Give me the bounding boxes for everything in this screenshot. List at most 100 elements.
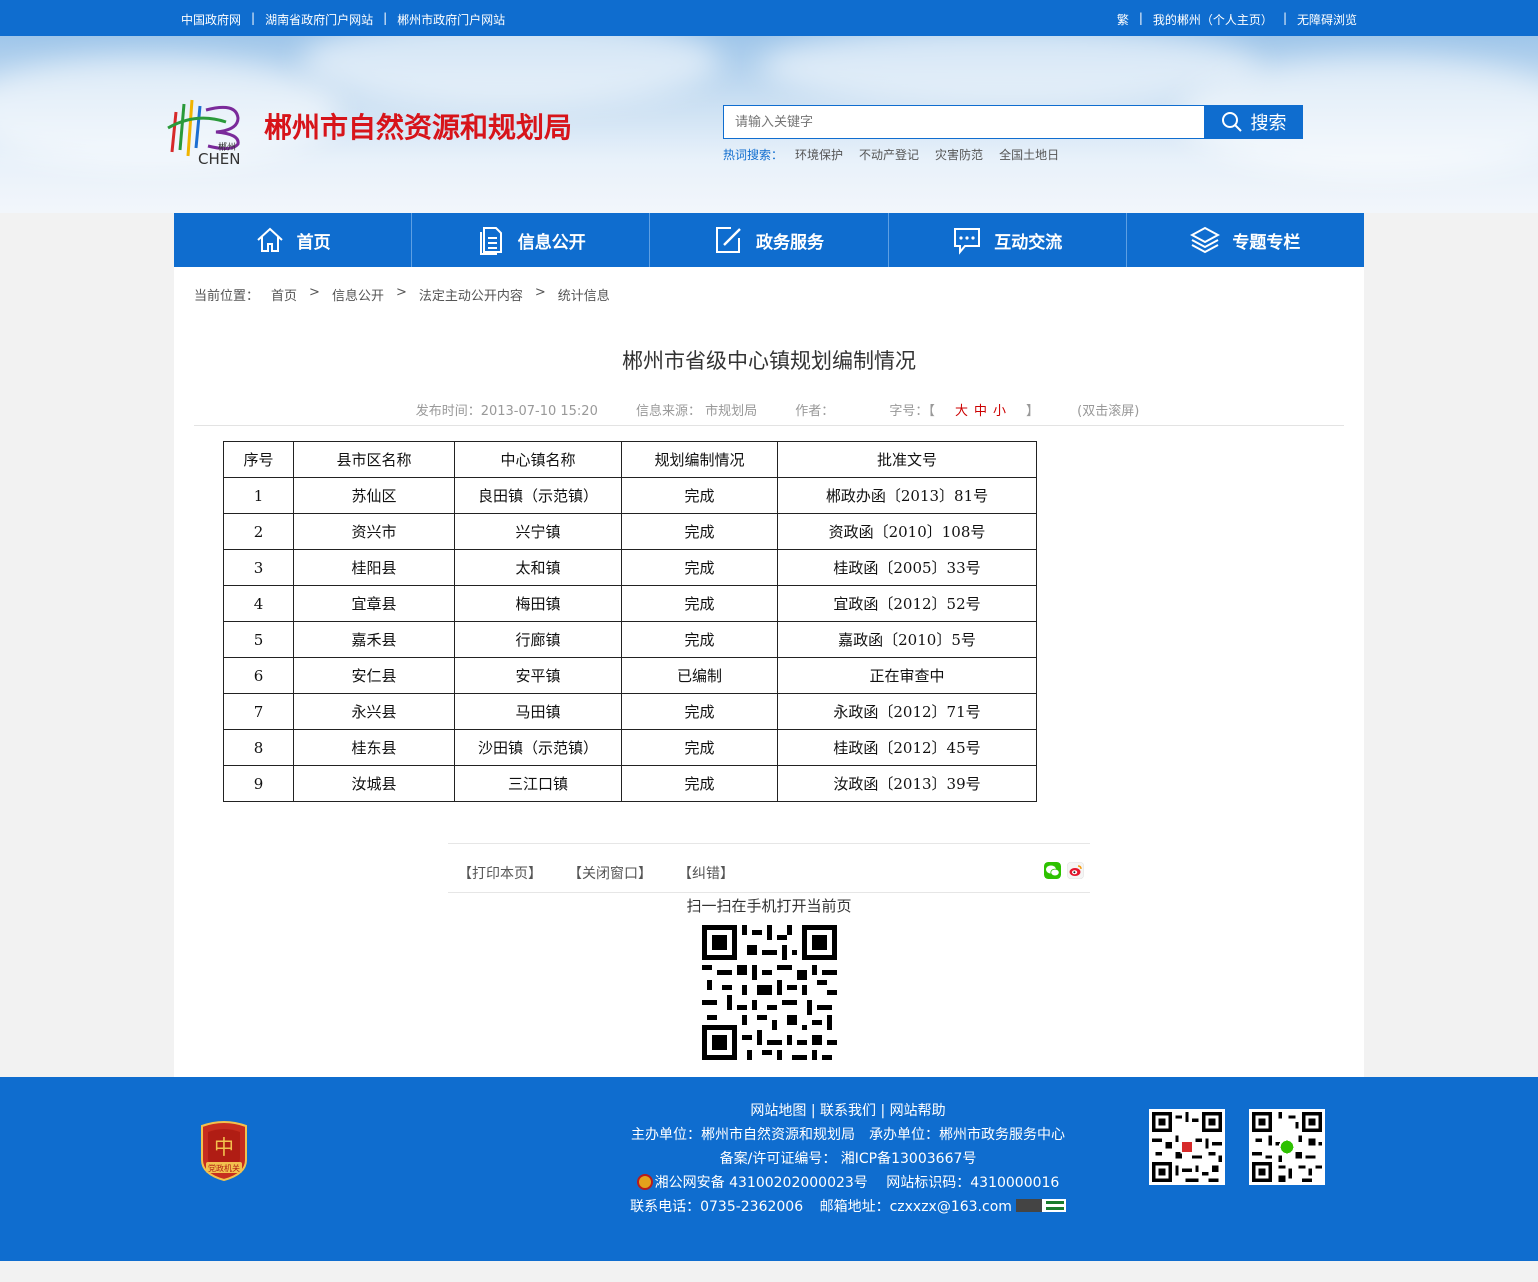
table-header-cell: 序号 bbox=[223, 441, 294, 478]
qr-code-icon bbox=[1252, 1112, 1322, 1182]
font-size-label: 字号：【 bbox=[889, 404, 935, 419]
accessibility-link[interactable]: 无障碍浏览 bbox=[1297, 11, 1357, 28]
layers-icon bbox=[1190, 226, 1221, 254]
table-cell: 汝城县 bbox=[293, 765, 455, 802]
divider bbox=[194, 425, 1344, 426]
main-nav: 首页 信息公开 政务服务 互动交流 专题专栏 bbox=[174, 213, 1364, 267]
footer-info: 网站地图 | 联系我们 | 网站帮助 主办单位：郴州市自然资源和规划局 承办单位… bbox=[630, 1099, 1066, 1219]
separator: | bbox=[1138, 11, 1143, 25]
table-cell: 汝政函〔2013〕39号 bbox=[777, 765, 1037, 802]
table-row: 5 嘉禾县 行廊镇 完成 嘉政函〔2010〕5号 bbox=[223, 621, 1037, 658]
table-cell: 完成 bbox=[621, 621, 778, 658]
breadcrumb: 当前位置： 首页 > 信息公开 > 法定主动公开内容 > 统计信息 bbox=[194, 285, 610, 304]
table-header-cell: 中心镇名称 bbox=[454, 441, 622, 478]
article-toolbar: 【打印本页】 【关闭窗口】 【纠错】 bbox=[448, 843, 1090, 893]
nav-item-topics[interactable]: 专题专栏 bbox=[1127, 213, 1364, 267]
table-cell: 嘉政函〔2010〕5号 bbox=[777, 621, 1037, 658]
link-chenzhou-gov[interactable]: 郴州市政府门户网站 bbox=[397, 11, 505, 28]
table-cell: 1 bbox=[223, 477, 294, 514]
link-china-gov[interactable]: 中国政府网 bbox=[181, 11, 241, 28]
breadcrumb-item[interactable]: 统计信息 bbox=[558, 285, 610, 304]
chat-icon bbox=[954, 228, 981, 255]
share-buttons bbox=[1044, 862, 1084, 879]
nav-item-interaction[interactable]: 互动交流 bbox=[889, 213, 1127, 267]
hot-search-item[interactable]: 灾害防范 bbox=[935, 146, 983, 163]
table-cell: 马田镇 bbox=[454, 693, 622, 730]
hot-search-item[interactable]: 环境保护 bbox=[795, 146, 843, 163]
edit-icon bbox=[716, 227, 741, 253]
table-cell: 已编制 bbox=[621, 657, 778, 694]
table-cell: 桂阳县 bbox=[293, 549, 455, 586]
table-body: 序号 县市区名称 中心镇名称 规划编制情况 批准文号 1 苏仙区 良田镇（示范镇… bbox=[223, 441, 1037, 802]
breadcrumb-item[interactable]: 信息公开 bbox=[332, 285, 384, 304]
table-cell: 5 bbox=[223, 621, 294, 658]
table-cell: 资政函〔2010〕108号 bbox=[777, 513, 1037, 550]
breadcrumb-item[interactable]: 首页 bbox=[271, 285, 297, 304]
table-cell: 2 bbox=[223, 513, 294, 550]
my-chenzhou-link[interactable]: 我的郴州（个人主页） bbox=[1153, 11, 1273, 28]
police-record[interactable]: 湘公网安备 43100202000023号 bbox=[655, 1175, 868, 1191]
table-cell: 完成 bbox=[621, 693, 778, 730]
hot-search-item[interactable]: 不动产登记 bbox=[859, 146, 919, 163]
table-cell: 完成 bbox=[621, 549, 778, 586]
table-row: 6 安仁县 安平镇 已编制 正在审查中 bbox=[223, 657, 1037, 694]
breadcrumb-separator: > bbox=[309, 285, 320, 300]
table-cell: 宜政函〔2012〕52号 bbox=[777, 585, 1037, 622]
correction-button[interactable]: 【纠错】 bbox=[678, 863, 734, 883]
table-row: 2 资兴市 兴宁镇 完成 资政函〔2010〕108号 bbox=[223, 513, 1037, 550]
contact-us-link[interactable]: 联系我们 bbox=[820, 1103, 876, 1119]
font-size-small[interactable]: 小 bbox=[993, 404, 1006, 419]
nav-item-label: 政务服务 bbox=[756, 232, 824, 253]
party-government-emblem[interactable]: 中 党政机关 bbox=[198, 1120, 250, 1182]
close-window-button[interactable]: 【关闭窗口】 bbox=[568, 863, 652, 883]
link-hunan-gov[interactable]: 湖南省政府门户网站 bbox=[265, 11, 373, 28]
font-size-medium[interactable]: 中 bbox=[974, 404, 987, 419]
search-input[interactable] bbox=[723, 105, 1205, 139]
table-cell: 桂政函〔2005〕33号 bbox=[777, 549, 1037, 586]
cloud-decoration bbox=[300, 36, 720, 106]
wechat-icon[interactable] bbox=[1044, 862, 1061, 879]
cnzz-stats-icon[interactable] bbox=[1015, 1199, 1066, 1212]
table-header-cell: 规划编制情况 bbox=[621, 441, 778, 478]
table-row: 3 桂阳县 太和镇 完成 桂政函〔2005〕33号 bbox=[223, 549, 1037, 586]
top-bar-left-links: 中国政府网 | 湖南省政府门户网站 | 郴州市政府门户网站 bbox=[181, 11, 505, 28]
separator: | bbox=[383, 11, 388, 25]
table-cell: 完成 bbox=[621, 585, 778, 622]
nav-item-info-public[interactable]: 信息公开 bbox=[412, 213, 651, 267]
site-title: 郴州市自然资源和规划局 bbox=[264, 111, 573, 144]
police-badge-icon bbox=[636, 1174, 653, 1190]
search-button[interactable]: 搜索 bbox=[1204, 105, 1303, 139]
table-header-cell: 批准文号 bbox=[777, 441, 1037, 478]
breadcrumb-prefix: 当前位置： bbox=[194, 289, 260, 304]
weibo-icon[interactable] bbox=[1067, 862, 1084, 879]
icp-info[interactable]: 备案/许可证编号： 湘ICP备13003667号 bbox=[630, 1147, 1066, 1171]
site-help-link[interactable]: 网站帮助 bbox=[890, 1103, 946, 1119]
table-cell: 梅田镇 bbox=[454, 585, 622, 622]
publish-time: 发布时间：2013-07-10 15:20 bbox=[415, 404, 598, 419]
page-bottom-margin bbox=[0, 1261, 1538, 1282]
table-cell: 桂政函〔2012〕45号 bbox=[777, 729, 1037, 766]
table-cell: 郴政办函〔2013〕81号 bbox=[777, 477, 1037, 514]
font-size-large[interactable]: 大 bbox=[955, 404, 968, 419]
hot-search-item[interactable]: 全国土地日 bbox=[999, 146, 1059, 163]
cloud-decoration bbox=[760, 36, 1260, 106]
breadcrumb-item[interactable]: 法定主动公开内容 bbox=[419, 285, 523, 304]
print-button[interactable]: 【打印本页】 bbox=[458, 863, 542, 883]
data-table: 序号 县市区名称 中心镇名称 规划编制情况 批准文号 1 苏仙区 良田镇（示范镇… bbox=[223, 441, 1037, 802]
breadcrumb-separator: > bbox=[395, 285, 407, 300]
site-map-link[interactable]: 网站地图 bbox=[750, 1103, 806, 1119]
table-cell: 兴宁镇 bbox=[454, 513, 622, 550]
nav-item-services[interactable]: 政务服务 bbox=[650, 213, 889, 267]
table-cell: 安平镇 bbox=[454, 657, 622, 694]
search-icon bbox=[1221, 112, 1242, 132]
scan-text: 扫一扫在手机打开当前页 bbox=[686, 897, 852, 915]
email: 邮箱地址：czxxzx@163.com bbox=[819, 1199, 1012, 1215]
main-content: 当前位置： 首页 > 信息公开 > 法定主动公开内容 > 统计信息 郴州市省级中… bbox=[174, 267, 1364, 1077]
site-logo[interactable]: 郴州 CHEN bbox=[166, 92, 250, 166]
traditional-chinese-link[interactable]: 繁 bbox=[1117, 11, 1129, 28]
nav-item-home[interactable]: 首页 bbox=[174, 213, 413, 267]
nav-item-label: 信息公开 bbox=[517, 232, 586, 253]
site-code: 网站标识码：4310000016 bbox=[886, 1175, 1060, 1191]
scroll-hint[interactable]: (双击滚屏) bbox=[1077, 404, 1139, 419]
footer-qr-code-1 bbox=[1149, 1109, 1225, 1185]
